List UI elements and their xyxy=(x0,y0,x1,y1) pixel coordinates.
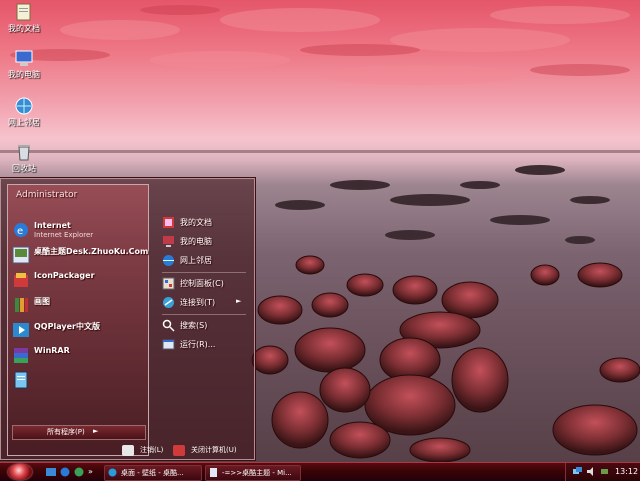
paint-icon xyxy=(12,296,30,314)
volume-tray-icon[interactable] xyxy=(587,467,596,476)
program-title: 画图 xyxy=(34,297,50,306)
desktop-icon-network-places[interactable]: 网上邻居 xyxy=(2,96,46,128)
connect-to-icon xyxy=(162,296,175,309)
desktop-icon-label: 我的文档 xyxy=(8,24,40,33)
desktop-icon-label: 回收站 xyxy=(12,164,36,173)
start-button[interactable] xyxy=(8,464,32,480)
start-menu: Administrator e Internet Internet Explor… xyxy=(0,178,255,460)
program-title: Internet xyxy=(34,221,71,230)
taskbar-button-label: -=>>桌酷主题 - Mi... xyxy=(222,469,292,477)
program-item-qqplayer[interactable]: QQPlayer中文版 xyxy=(10,318,146,344)
run-icon xyxy=(162,338,175,351)
all-programs-label: 所有程序(P) xyxy=(47,428,85,436)
taskbar: » 桌面 - 壁纸 - 桌酷... -=>>桌酷主题 - Mi... 13:12 xyxy=(0,462,640,481)
desktop-icon-label: 我的电脑 xyxy=(8,70,40,79)
quick-launch-media-icon[interactable] xyxy=(74,467,84,477)
notepad-icon xyxy=(12,371,30,389)
my-documents-icon xyxy=(162,216,175,229)
recycle-bin-icon xyxy=(14,142,34,162)
program-item-iconpackager[interactable]: IconPackager xyxy=(10,268,146,294)
start-menu-pinned-programs: Administrator e Internet Internet Explor… xyxy=(7,184,149,456)
svg-text:e: e xyxy=(17,226,23,237)
taskbar-button-browser[interactable]: 桌面 - 壁纸 - 桌酷... xyxy=(104,465,202,481)
all-programs-button[interactable]: 所有程序(P) ► xyxy=(12,425,146,440)
program-item-paint[interactable]: 画图 xyxy=(10,293,146,319)
program-item-internet-explorer[interactable]: e Internet Internet Explorer xyxy=(10,218,146,244)
network-tray-icon[interactable] xyxy=(573,467,582,476)
quick-launch-desktop-icon[interactable] xyxy=(46,467,56,477)
logoff-button[interactable]: 注销(L) xyxy=(122,444,174,458)
logoff-label: 注销(L) xyxy=(140,446,164,454)
qqplayer-icon xyxy=(12,321,30,339)
quick-launch-expand-icon[interactable]: » xyxy=(88,467,98,477)
submenu-arrow-icon: ► xyxy=(236,297,242,305)
desktop-icon-recycle-bin[interactable]: 回收站 xyxy=(2,142,46,174)
shutdown-button[interactable]: 关闭计算机(U) xyxy=(173,444,243,458)
program-item-notepad[interactable] xyxy=(10,368,146,394)
menu-item-label: 网上邻居 xyxy=(180,256,212,265)
winrar-icon xyxy=(12,346,30,364)
menu-item-label: 连接到(T) xyxy=(180,298,216,307)
document-icon xyxy=(209,468,218,477)
my-documents-icon xyxy=(14,2,34,22)
system-tray: 13:12 xyxy=(565,463,640,481)
power-icon xyxy=(173,445,185,456)
my-computer-icon xyxy=(14,48,34,68)
desktop-icon-my-computer[interactable]: 我的电脑 xyxy=(2,48,46,80)
search-icon xyxy=(162,319,175,332)
menu-item-connect-to[interactable]: 连接到(T) ► xyxy=(162,295,246,311)
taskbar-button-label: 桌面 - 壁纸 - 桌酷... xyxy=(121,469,184,477)
menu-separator xyxy=(162,314,246,315)
control-panel-icon xyxy=(162,277,175,290)
shutdown-label: 关闭计算机(U) xyxy=(191,446,237,454)
menu-item-label: 搜索(S) xyxy=(180,321,208,330)
desktop-icon-my-documents[interactable]: 我的文档 xyxy=(2,2,46,34)
program-title: QQPlayer中文版 xyxy=(34,322,100,331)
desktop: 我的文档 我的电脑 网上邻居 回收站 Administrator e Inter… xyxy=(0,0,640,462)
program-item-zhuoku[interactable]: 桌酷主题Desk.ZhuoKu.Com xyxy=(10,243,149,269)
menu-item-label: 运行(R)... xyxy=(180,340,216,349)
program-title: 桌酷主题Desk.ZhuoKu.Com xyxy=(34,247,149,256)
internet-explorer-icon: e xyxy=(12,221,30,239)
iconpackager-icon xyxy=(12,271,30,289)
menu-item-label: 我的文档 xyxy=(180,218,212,227)
browser-icon xyxy=(108,468,117,477)
program-title: IconPackager xyxy=(34,271,95,280)
desktop-icon-label: 网上邻居 xyxy=(8,118,40,127)
arrow-right-icon: ► xyxy=(93,427,99,435)
network-places-icon xyxy=(162,254,175,267)
clock[interactable]: 13:12 xyxy=(615,467,638,476)
my-computer-icon xyxy=(162,235,175,248)
program-subtitle: Internet Explorer xyxy=(34,231,94,239)
network-places-icon xyxy=(14,96,34,116)
menu-item-label: 控制面板(C) xyxy=(180,279,224,288)
zhuoku-theme-icon xyxy=(12,246,30,264)
taskbar-button-document[interactable]: -=>>桌酷主题 - Mi... xyxy=(205,465,301,481)
quick-launch-ie-icon[interactable] xyxy=(60,467,70,477)
program-item-winrar[interactable]: WinRAR xyxy=(10,343,146,369)
program-title: WinRAR xyxy=(34,346,70,355)
menu-separator xyxy=(162,272,246,273)
logoff-icon xyxy=(122,445,134,456)
user-name: Administrator xyxy=(16,190,78,200)
menu-item-label: 我的电脑 xyxy=(180,237,212,246)
safely-remove-tray-icon[interactable] xyxy=(600,467,609,476)
